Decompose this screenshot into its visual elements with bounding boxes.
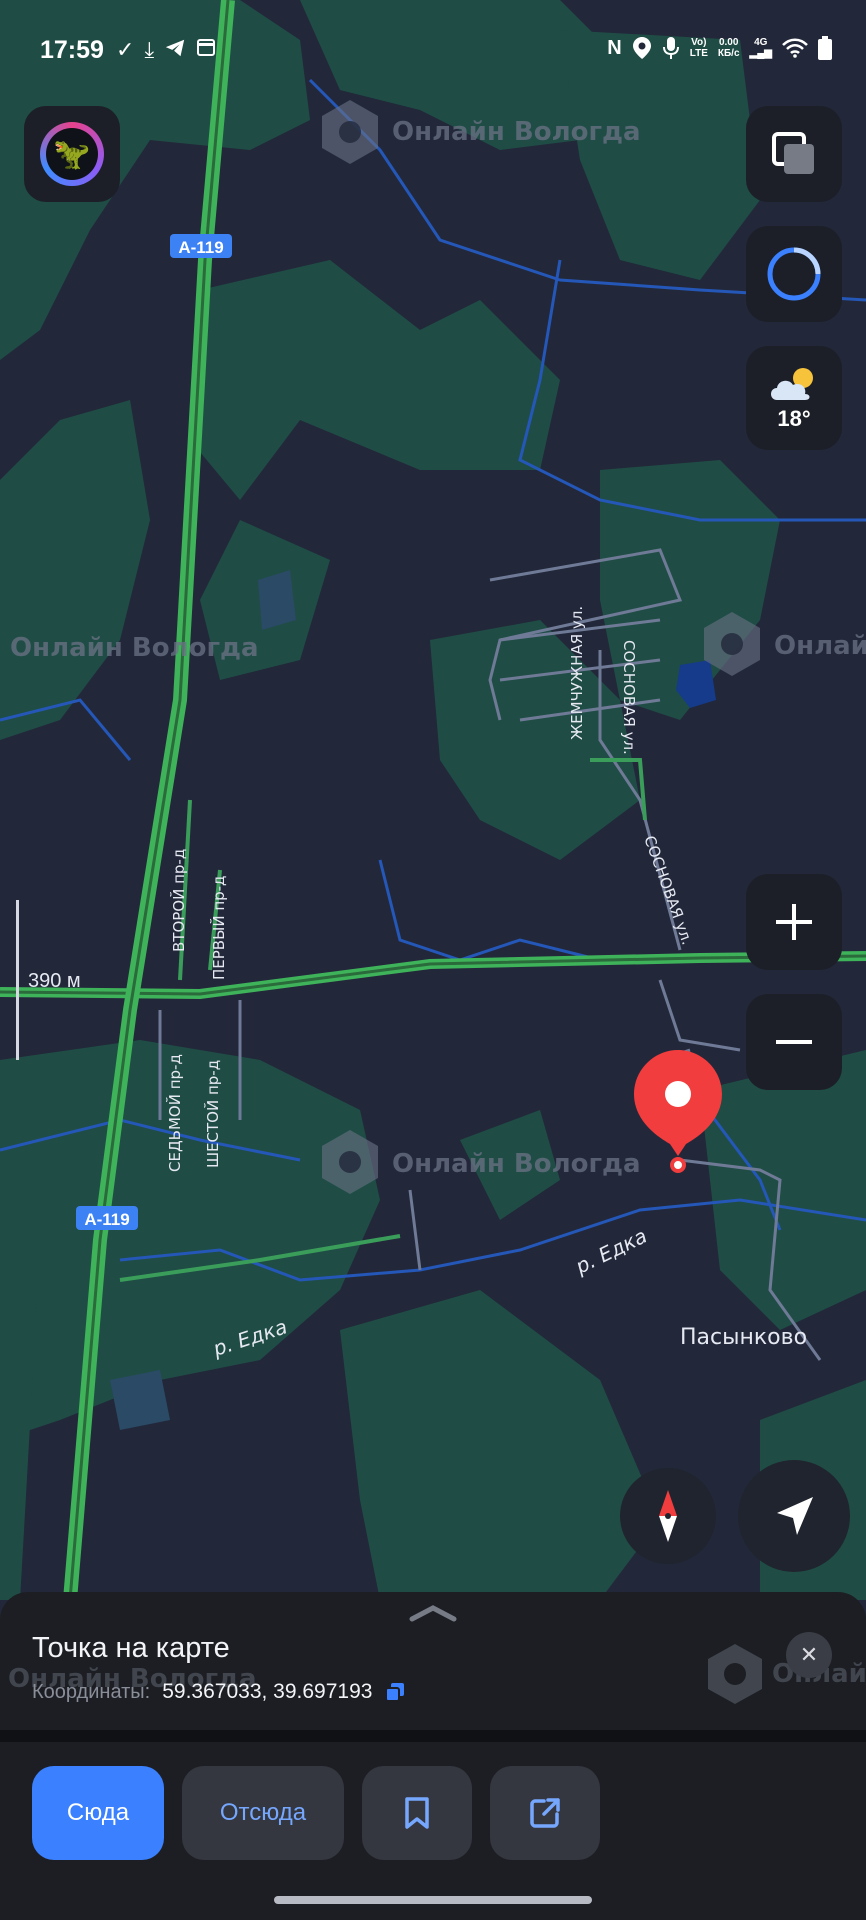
street-label: ШЕСТОЙ пр-д	[203, 1060, 222, 1168]
street-label: СОСНОВАЯ ул.	[620, 640, 638, 755]
status-time: 17:59	[40, 36, 104, 64]
share-icon	[530, 1798, 560, 1828]
village-label: Пасынково	[680, 1325, 807, 1350]
street-label: ЖЕМЧУЖНАЯ ул.	[568, 606, 586, 740]
place-title: Точка на карте	[32, 1632, 230, 1664]
zoom-out-button[interactable]	[746, 994, 842, 1090]
telegram-icon	[166, 39, 185, 57]
map-view[interactable]: А-119 А-119 ВТОРОЙ пр-д ПЕРВЫЙ пр-д СЕДЬ…	[0, 0, 866, 1600]
coordinates-value[interactable]: 59.367033, 39.697193	[162, 1680, 372, 1704]
place-card-sheet[interactable]: Онлайн Вологда Онлай Точка на карте Коор…	[0, 1592, 866, 1920]
close-button[interactable]: ✕	[786, 1632, 832, 1678]
notification-icons: ✓ ⤓	[116, 37, 216, 63]
street-label: СЕДЬМОЙ пр-д	[165, 1054, 184, 1172]
voice-assistant-button[interactable]	[746, 226, 842, 322]
route-here-button[interactable]: Сюда	[32, 1766, 164, 1860]
compass-button[interactable]	[620, 1468, 716, 1564]
dinosaur-icon: 🦖	[46, 128, 98, 180]
weather-button[interactable]: 18°	[746, 346, 842, 450]
battery-icon	[818, 36, 832, 60]
bookmark-icon	[405, 1797, 429, 1829]
layers-button[interactable]	[746, 106, 842, 202]
svg-text:Онлай: Онлай	[774, 631, 866, 661]
check-icon: ✓	[116, 37, 135, 62]
home-indicator[interactable]	[274, 1896, 592, 1904]
share-button[interactable]	[490, 1766, 600, 1860]
highway-badge: А-119	[170, 234, 232, 258]
partly-cloudy-icon	[771, 368, 813, 400]
copy-icon[interactable]	[384, 1681, 406, 1703]
volte-indicator: Vo) LTE	[689, 37, 708, 59]
navigation-arrow-icon	[777, 1497, 813, 1535]
coordinates-label: Координаты:	[32, 1680, 151, 1703]
svg-text:Онлайн Вологда: Онлайн Вологда	[392, 117, 641, 147]
close-icon: ✕	[799, 1642, 819, 1667]
coordinates-row: Координаты: 59.367033, 39.697193	[32, 1680, 406, 1704]
location-icon	[632, 37, 651, 59]
profile-button[interactable]: 🦖	[24, 106, 120, 202]
nfc-icon: N	[607, 36, 622, 59]
plus-icon	[776, 904, 812, 940]
scale-label: 390 м	[28, 970, 81, 992]
watermark: Онлайн Вологда	[10, 633, 259, 663]
weather-temperature: 18°	[777, 406, 811, 431]
svg-text:А-119: А-119	[178, 238, 223, 257]
svg-text:Онлайн Вологда: Онлайн Вологда	[10, 633, 259, 663]
route-from-button[interactable]: Отсюда	[182, 1766, 344, 1860]
avatar: 🦖	[40, 122, 104, 186]
highway-badge: А-119	[76, 1206, 138, 1230]
scale-bar	[16, 900, 19, 1060]
svg-text:Онлайн Вологда: Онлайн Вологда	[392, 1149, 641, 1179]
pin-point	[670, 1157, 686, 1173]
network-speed: 0.00 КБ/с	[717, 37, 740, 59]
system-icons: N Vo) LTE 0.00 КБ/с 4G ▂▄▆	[607, 36, 832, 60]
status-bar: 17:59 ✓ ⤓ N Vo) LTE 0.00 КБ/с 4G ▂▄▆	[0, 0, 866, 100]
street-label: ВТОРОЙ пр-д	[169, 849, 188, 952]
zoom-in-button[interactable]	[746, 874, 842, 970]
wifi-icon	[782, 38, 808, 58]
pond	[110, 1370, 170, 1430]
bookmark-button[interactable]	[362, 1766, 472, 1860]
my-location-button[interactable]	[738, 1460, 850, 1572]
cellular-signal: 4G ▂▄▆	[749, 37, 772, 59]
calendar-icon	[197, 39, 216, 56]
download-icon: ⤓	[144, 37, 155, 62]
chevron-up-icon[interactable]	[408, 1604, 458, 1622]
pond	[258, 570, 296, 630]
svg-text:А-119: А-119	[84, 1210, 129, 1229]
location-pin[interactable]	[630, 1046, 726, 1166]
mic-icon	[662, 37, 679, 59]
minus-icon	[776, 1040, 812, 1044]
layers-icon	[772, 132, 814, 174]
divider	[0, 1730, 866, 1742]
street-label: ПЕРВЫЙ пр-д	[209, 876, 228, 980]
assistant-icon	[767, 247, 821, 301]
compass-icon	[659, 1490, 677, 1542]
